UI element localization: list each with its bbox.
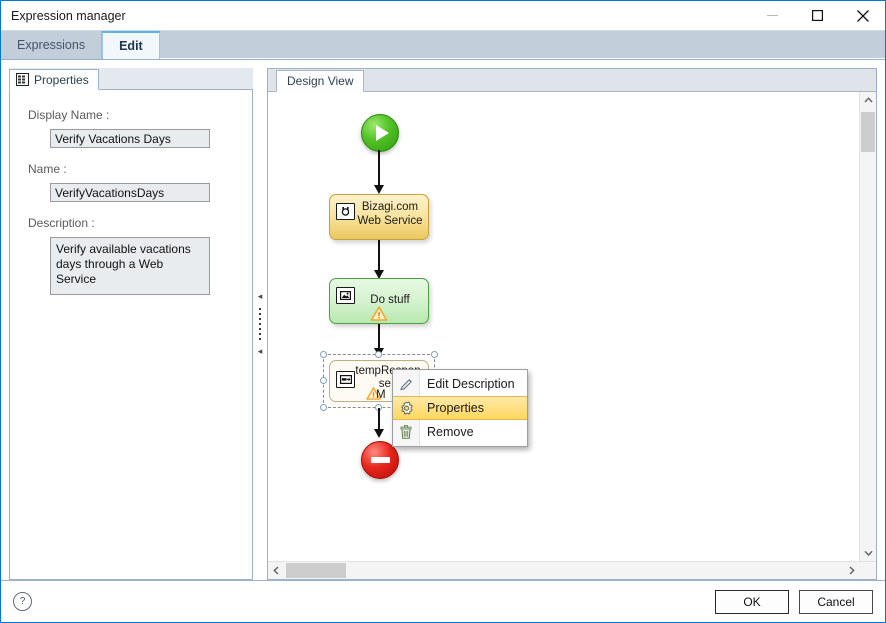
tab-design-view[interactable]: Design View <box>276 70 365 92</box>
menu-label-properties: Properties <box>427 401 484 415</box>
menu-item-remove[interactable]: Remove <box>393 420 527 444</box>
title-bar: Expression manager <box>1 1 885 30</box>
tab-edit[interactable]: Edit <box>102 31 160 59</box>
start-event-icon <box>361 114 399 152</box>
menu-item-edit-description[interactable]: Edit Description <box>393 372 527 396</box>
dialog-footer: ? OK Cancel <box>1 580 885 622</box>
resize-handle-n[interactable] <box>375 351 382 358</box>
resize-handle-ne[interactable] <box>431 351 438 358</box>
display-name-label: Display Name : <box>28 108 110 122</box>
gear-icon <box>393 401 419 416</box>
menu-item-properties[interactable]: Properties <box>393 396 527 420</box>
description-label: Description : <box>28 216 95 230</box>
minimize-button[interactable] <box>750 1 795 30</box>
scrollbar-corner <box>860 562 876 579</box>
warning-icon-dostuff <box>370 306 388 321</box>
diagram-canvas[interactable]: Bizagi.com Web Service Do stuff tempResp… <box>268 92 859 561</box>
main-tab-strip: Expressions Edit <box>1 30 885 60</box>
web-service-icon <box>336 203 355 220</box>
description-input[interactable] <box>50 237 210 295</box>
vertical-scroll-thumb[interactable] <box>861 112 875 152</box>
tab-strip-filler <box>159 31 885 59</box>
resize-handle-nw[interactable] <box>320 351 327 358</box>
pencil-icon <box>393 377 419 392</box>
stop-bar-icon <box>370 457 390 463</box>
trash-icon <box>393 424 419 440</box>
web-service-glyph <box>341 206 350 216</box>
scroll-up-button[interactable] <box>860 92 876 108</box>
properties-tab-filler <box>99 68 253 89</box>
scroll-down-button[interactable] <box>860 545 876 561</box>
horizontal-scroll-track[interactable] <box>284 562 844 579</box>
arrowhead-4 <box>373 429 384 438</box>
chevron-up-icon <box>863 97 873 103</box>
webservice-label-line1: Bizagi.com <box>361 201 419 213</box>
scroll-left-button[interactable] <box>268 562 284 578</box>
maximize-button[interactable] <box>795 1 840 30</box>
splitter-dots-icon <box>259 308 261 340</box>
play-triangle-icon <box>375 125 389 141</box>
window-title: Expression manager <box>11 8 126 23</box>
ok-button[interactable]: OK <box>715 589 789 614</box>
context-menu: Edit Description Properties Remove <box>392 369 528 447</box>
node-do-stuff[interactable]: Do stuff <box>329 278 429 324</box>
expression-manager-window: Expression manager Expressions Edit Prop… <box>0 0 886 623</box>
resize-handle-w[interactable] <box>320 377 327 384</box>
maximize-icon <box>812 10 823 21</box>
tab-properties[interactable]: Properties <box>9 69 99 90</box>
design-view-panel: Design View Bizagi.com Web Service Do st… <box>267 68 877 580</box>
menu-label-remove: Remove <box>427 425 474 439</box>
chevron-down-icon <box>863 550 873 556</box>
arrowhead-1 <box>373 185 384 194</box>
horizontal-scroll-thumb[interactable] <box>286 563 346 578</box>
panel-splitter[interactable]: ◂ ◂ <box>253 68 267 580</box>
chevron-left-icon <box>273 565 279 575</box>
properties-grid-icon <box>16 73 29 86</box>
dostuff-label: Do stuff <box>370 294 410 306</box>
close-button[interactable] <box>840 1 885 30</box>
close-icon <box>856 9 869 22</box>
canvas-vertical-scrollbar[interactable] <box>859 92 876 561</box>
caption-button-group <box>750 1 885 30</box>
horizontal-track-area[interactable] <box>284 562 844 579</box>
vertical-scroll-track[interactable] <box>860 108 876 545</box>
properties-form: Display Name : Name : Description : <box>9 90 253 580</box>
node-bizagi-web-service[interactable]: Bizagi.com Web Service <box>329 194 429 240</box>
help-button[interactable]: ? <box>13 592 32 611</box>
name-label: Name : <box>28 162 67 176</box>
splitter-grip: ◂ ◂ <box>258 292 263 356</box>
canvas-horizontal-scrollbar-row <box>268 561 876 579</box>
minimize-icon <box>767 15 778 16</box>
resize-handle-sw[interactable] <box>320 404 327 411</box>
node-start-event[interactable] <box>361 114 399 152</box>
display-name-input[interactable] <box>50 129 210 148</box>
connector-start-to-webservice <box>378 150 380 188</box>
splitter-collapse-down-icon[interactable]: ◂ <box>258 347 263 356</box>
tab-expressions[interactable]: Expressions <box>1 31 103 59</box>
script-task-icon <box>336 287 355 304</box>
scroll-right-button[interactable] <box>844 562 860 578</box>
name-input[interactable] <box>50 183 210 202</box>
canvas-wrapper: Bizagi.com Web Service Do stuff tempResp… <box>268 92 876 561</box>
menu-label-edit-description: Edit Description <box>427 377 515 391</box>
content-area: Properties Display Name : Name : Descrip… <box>1 60 885 580</box>
cancel-button[interactable]: Cancel <box>799 589 873 614</box>
splitter-collapse-up-icon[interactable]: ◂ <box>258 292 263 301</box>
properties-tab-strip: Properties <box>9 68 253 90</box>
design-view-tab-strip: Design View <box>268 69 876 92</box>
script-task-glyph <box>340 291 351 300</box>
properties-panel: Properties Display Name : Name : Descrip… <box>9 68 253 580</box>
chevron-right-icon <box>849 565 855 575</box>
properties-tab-label: Properties <box>34 72 89 87</box>
webservice-label-line2: Web Service <box>357 215 423 227</box>
